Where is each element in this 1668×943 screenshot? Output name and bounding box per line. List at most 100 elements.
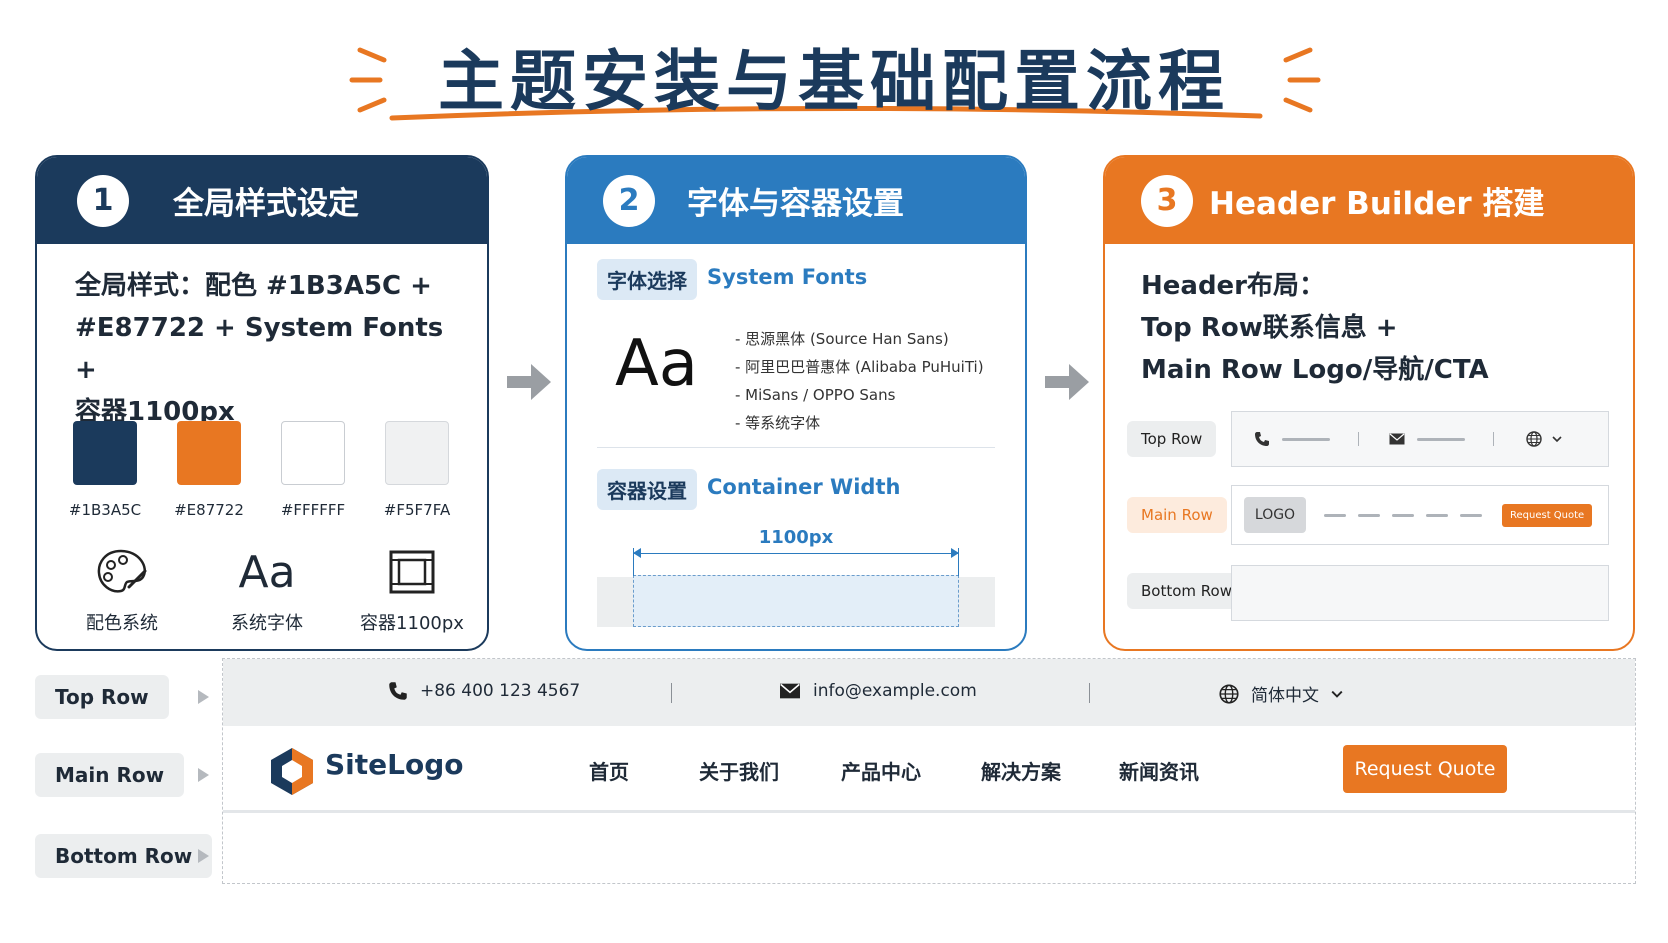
site-logo-icon[interactable] [269,746,315,796]
separator [1493,432,1494,446]
mail-icon [1389,433,1405,445]
phone-icon [1255,432,1269,446]
feature-color-system: 配色系统 [57,545,187,635]
nav-news[interactable]: 新闻资讯 [1119,756,1199,785]
feature-label: 配色系统 [86,613,158,634]
swatch-primary: #1B3A5C [69,421,141,519]
language-select[interactable]: 简体中文 [1219,681,1343,706]
desc-line: Header布局： [1141,271,1326,301]
logo-placeholder: LOGO [1244,497,1306,533]
color-chip [281,421,345,485]
nav-home[interactable]: 首页 [589,756,629,785]
font-sample: Aa [615,327,698,401]
panel-description: 全局样式：配色 #1B3A5C + #E87722 + System Fonts… [75,265,465,433]
preview-tag-main: Main Row [35,753,185,797]
separator [1089,683,1090,703]
row-tag-main: Main Row [1127,497,1227,533]
pointer-icon [198,849,209,863]
globe-icon [1526,431,1542,447]
phone-icon [389,682,407,700]
nav-about[interactable]: 关于我们 [699,756,779,785]
panel-header-builder: 3 Header Builder 搭建 Header布局： Top Row联系信… [1103,155,1635,651]
divider [597,447,995,448]
width-dimension-line [633,548,959,558]
flow-arrow-icon [1045,364,1089,400]
color-swatches: #1B3A5C #E87722 #FFFFFF #F5F7FA [69,421,450,519]
row-tag-top: Top Row [1127,421,1217,457]
nav-dash [1324,513,1346,517]
mini-bottom-row [1231,565,1609,621]
color-code: #FFFFFF [280,501,346,519]
nav-dash [1358,513,1380,517]
font-aa-icon: Aa [238,546,296,598]
panel-font-container: 2 字体与容器设置 字体选择 System Fonts Aa - 思源黑体 (S… [565,155,1027,651]
swatch-white: #FFFFFF [281,421,345,519]
flow-arrow-icon [507,364,551,400]
panel-header: 3 Header Builder 搭建 [1105,157,1633,244]
desc-line: 全局样式：配色 #1B3A5C + [75,271,432,301]
dimension-tick [633,548,634,576]
font-select-value: System Fonts [707,265,868,289]
nav-dash [1426,513,1448,517]
step-number: 1 [77,174,129,227]
feature-container: 容器1100px [347,545,477,635]
color-chip [177,421,241,485]
desc-line: #E87722 + System Fonts + [75,313,444,385]
mini-main-row: LOGO Request Quote [1231,485,1609,545]
color-code: #F5F7FA [383,501,451,519]
feature-system-fonts: Aa 系统字体 [202,545,332,635]
color-chip [73,421,137,485]
mini-cta-button: Request Quote [1502,503,1593,527]
contact-email[interactable]: info@example.com [779,681,977,701]
color-chip [385,421,449,485]
font-list: - 思源黑体 (Source Han Sans) - 阿里巴巴普惠体 (Alib… [735,325,984,437]
color-code: #1B3A5C [68,501,142,519]
preview-top-row: +86 400 123 4567 info@example.com 简体中文 [223,659,1635,726]
nav-solutions[interactable]: 解决方案 [981,756,1061,785]
phone-text: +86 400 123 4567 [420,681,581,701]
placeholder-dash [1417,437,1465,441]
nav-dash [1392,513,1414,517]
dimension-tick [958,548,959,576]
font-list-item: - 阿里巴巴普惠体 (Alibaba PuHuiTi) [735,358,984,376]
contact-phone[interactable]: +86 400 123 4567 [388,681,580,701]
panel-title: 全局样式设定 [173,186,359,222]
preview-main-row: SiteLogo 首页 关于我们 产品中心 解决方案 新闻资讯 Request … [223,726,1635,813]
container-icon [389,550,435,594]
panel-header: 1 全局样式设定 [37,157,487,244]
palette-icon [97,549,147,593]
chevron-down-icon [1331,690,1343,698]
panel-global-style: 1 全局样式设定 全局样式：配色 #1B3A5C + #E87722 + Sys… [35,155,489,651]
separator [1358,432,1359,446]
placeholder-dash [1282,437,1330,441]
panel-header: 2 字体与容器设置 [567,157,1025,244]
desc-line: Top Row联系信息 + [1141,313,1398,343]
feature-icons: 配色系统 Aa 系统字体 容器1100px [57,545,477,635]
font-list-item: - MiSans / OPPO Sans [735,386,896,404]
globe-icon [1219,683,1239,704]
site-logo-text[interactable]: SiteLogo [325,748,464,781]
swatch-accent: #E87722 [174,421,244,519]
pointer-icon [198,690,209,704]
title-area: 主题安装与基础配置流程 [0,18,1668,128]
font-list-item: - 等系统字体 [735,414,821,432]
mail-icon [780,683,800,699]
step-number: 2 [603,174,655,227]
nav-dash [1460,513,1482,517]
desc-line: Main Row Logo/导航/CTA [1141,355,1489,385]
separator [671,683,672,703]
header-preview: +86 400 123 4567 info@example.com 简体中文 S… [222,658,1636,884]
container-box [633,575,959,627]
row-tag-bottom: Bottom Row [1127,573,1246,609]
feature-label: 容器1100px [360,613,464,634]
container-tag: 容器设置 [597,469,697,510]
font-select-tag: 字体选择 [597,259,697,300]
mini-top-row [1231,411,1609,467]
email-text: info@example.com [813,681,977,701]
request-quote-button[interactable]: Request Quote [1343,745,1507,793]
panel-description: Header布局： Top Row联系信息 + Main Row Logo/导航… [1141,265,1611,391]
chevron-down-icon [1552,436,1562,443]
feature-label: 系统字体 [231,613,303,634]
page-title: 主题安装与基础配置流程 [438,42,1230,120]
nav-products[interactable]: 产品中心 [841,756,921,785]
